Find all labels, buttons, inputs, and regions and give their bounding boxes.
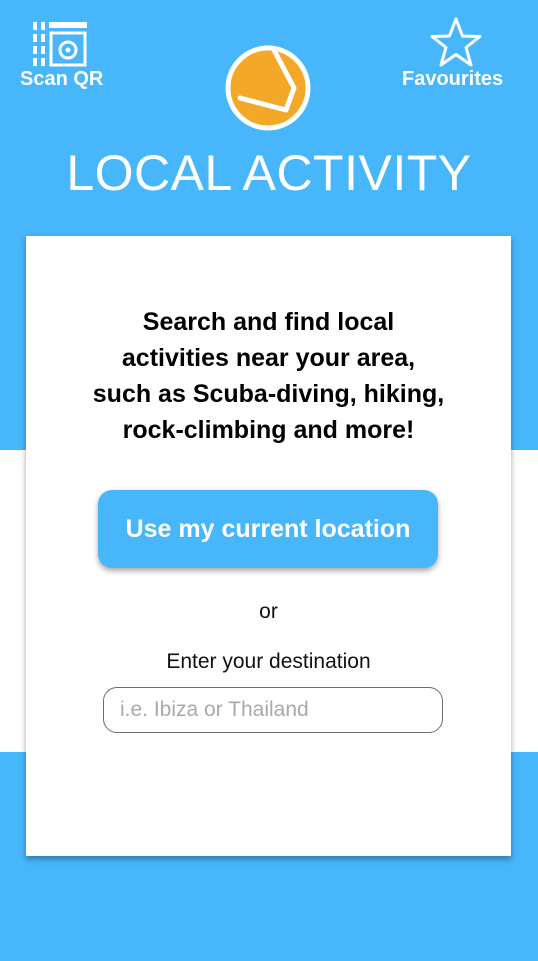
use-current-location-button[interactable]: Use my current location (98, 490, 438, 568)
scan-qr-button[interactable]: Scan QR (14, 14, 114, 94)
page-title: LOCAL ACTIVITY (66, 145, 472, 201)
or-separator: or (259, 600, 278, 623)
scan-qr-label: Scan QR (20, 68, 104, 90)
destination-label: Enter your destination (166, 650, 371, 673)
destination-input[interactable] (103, 687, 443, 733)
description-line: activities near your area, (121, 344, 416, 372)
favourites-label: Favourites (402, 68, 504, 90)
logo-icon (225, 45, 311, 131)
description-line: Search and find local (142, 308, 395, 336)
favourites-button[interactable]: Favourites (396, 14, 524, 94)
star-icon (430, 17, 482, 67)
card-description: Search and find local activities near yo… (26, 304, 511, 448)
qr-scan-icon (33, 22, 87, 67)
search-card: Search and find local activities near yo… (26, 236, 511, 856)
description-line: rock-climbing and more! (122, 416, 415, 444)
description-line: such as Scuba-diving, hiking, (92, 380, 445, 408)
app-logo (224, 44, 312, 132)
